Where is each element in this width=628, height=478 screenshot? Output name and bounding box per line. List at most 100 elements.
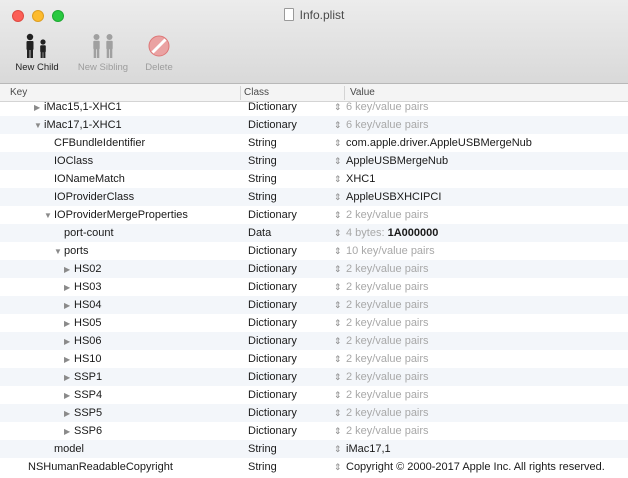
stepper-icon[interactable]: ⇕: [334, 458, 342, 476]
row-class[interactable]: String: [248, 458, 277, 476]
row-key[interactable]: NSHumanReadableCopyright: [18, 458, 173, 476]
row-class[interactable]: Dictionary: [248, 206, 297, 224]
row-key[interactable]: ▶ HS05: [64, 314, 102, 333]
table-row[interactable]: IONameMatch String ⇕ XHC1: [0, 170, 628, 188]
row-value[interactable]: 2 key/value pairs: [346, 368, 429, 386]
table-row[interactable]: ▶ SSP6 Dictionary ⇕ 2 key/value pairs: [0, 422, 628, 440]
stepper-icon[interactable]: ⇕: [334, 296, 342, 314]
stepper-icon[interactable]: ⇕: [334, 152, 342, 170]
disclosure-expanded-icon[interactable]: ▼: [54, 243, 64, 261]
row-key[interactable]: ▶ HS03: [64, 278, 102, 297]
row-value[interactable]: XHC1: [346, 170, 375, 188]
row-class[interactable]: String: [248, 188, 277, 206]
row-class[interactable]: Dictionary: [248, 386, 297, 404]
stepper-icon[interactable]: ⇕: [334, 206, 342, 224]
row-class[interactable]: Dictionary: [248, 260, 297, 278]
table-row[interactable]: IOClass String ⇕ AppleUSBMergeNub: [0, 152, 628, 170]
stepper-icon[interactable]: ⇕: [334, 188, 342, 206]
stepper-icon[interactable]: ⇕: [334, 422, 342, 440]
row-value[interactable]: 4 bytes: 1A000000: [346, 224, 438, 242]
new-child-button[interactable]: New Child: [10, 30, 64, 73]
stepper-icon[interactable]: ⇕: [334, 278, 342, 296]
row-key[interactable]: ▶ HS02: [64, 260, 102, 279]
stepper-icon[interactable]: ⇕: [334, 314, 342, 332]
table-row[interactable]: ▼ iMac17,1-XHC1 Dictionary ⇕ 6 key/value pai…: [0, 116, 628, 134]
stepper-icon[interactable]: ⇕: [334, 260, 342, 278]
row-key[interactable]: model: [44, 440, 84, 458]
table-row[interactable]: ▼ ports Dictionary ⇕ 10 key/value pairs: [0, 242, 628, 260]
row-value[interactable]: 2 key/value pairs: [346, 260, 429, 278]
stepper-icon[interactable]: ⇕: [334, 224, 342, 242]
row-value[interactable]: 2 key/value pairs: [346, 206, 429, 224]
row-value[interactable]: 2 key/value pairs: [346, 404, 429, 422]
disclosure-collapsed-icon[interactable]: ▶: [64, 369, 74, 387]
disclosure-collapsed-icon[interactable]: ▶: [64, 297, 74, 315]
table-row[interactable]: ▶ HS04 Dictionary ⇕ 2 key/value pairs: [0, 296, 628, 314]
row-value[interactable]: 2 key/value pairs: [346, 350, 429, 368]
stepper-icon[interactable]: ⇕: [334, 170, 342, 188]
stepper-icon[interactable]: ⇕: [334, 368, 342, 386]
disclosure-collapsed-icon[interactable]: ▶: [64, 423, 74, 441]
row-key[interactable]: ▼ ports: [54, 242, 88, 261]
table-row[interactable]: model String ⇕ iMac17,1: [0, 440, 628, 458]
row-value[interactable]: 2 key/value pairs: [346, 296, 429, 314]
row-value[interactable]: 2 key/value pairs: [346, 278, 429, 296]
row-key[interactable]: ▶ SSP1: [64, 368, 102, 387]
disclosure-collapsed-icon[interactable]: ▶: [64, 405, 74, 423]
row-value[interactable]: 2 key/value pairs: [346, 332, 429, 350]
row-class[interactable]: Dictionary: [248, 296, 297, 314]
table-row[interactable]: ▶ HS03 Dictionary ⇕ 2 key/value pairs: [0, 278, 628, 296]
row-class[interactable]: String: [248, 170, 277, 188]
table-row[interactable]: ▶ HS02 Dictionary ⇕ 2 key/value pairs: [0, 260, 628, 278]
stepper-icon[interactable]: ⇕: [334, 350, 342, 368]
stepper-icon[interactable]: ⇕: [334, 98, 342, 116]
table-row[interactable]: ▶ HS05 Dictionary ⇕ 2 key/value pairs: [0, 314, 628, 332]
row-key[interactable]: ▶ SSP6: [64, 422, 102, 441]
row-value[interactable]: 10 key/value pairs: [346, 242, 435, 260]
table-row[interactable]: ▶ SSP1 Dictionary ⇕ 2 key/value pairs: [0, 368, 628, 386]
row-class[interactable]: Dictionary: [248, 332, 297, 350]
new-sibling-button[interactable]: New Sibling: [70, 30, 136, 73]
row-value[interactable]: com.apple.driver.AppleUSBMergeNub: [346, 134, 532, 152]
row-value[interactable]: 2 key/value pairs: [346, 422, 429, 440]
disclosure-collapsed-icon[interactable]: ▶: [64, 315, 74, 333]
row-value[interactable]: AppleUSBXHCIPCI: [346, 188, 441, 206]
row-class[interactable]: Dictionary: [248, 98, 297, 116]
row-value[interactable]: AppleUSBMergeNub: [346, 152, 448, 170]
row-class[interactable]: String: [248, 440, 277, 458]
stepper-icon[interactable]: ⇕: [334, 404, 342, 422]
table-row[interactable]: port-count Data ⇕ 4 bytes: 1A000000: [0, 224, 628, 242]
table-row[interactable]: CFBundleIdentifier String ⇕ com.apple.drive…: [0, 134, 628, 152]
disclosure-collapsed-icon[interactable]: ▶: [64, 387, 74, 405]
row-class[interactable]: Dictionary: [248, 116, 297, 134]
row-key[interactable]: CFBundleIdentifier: [44, 134, 145, 152]
row-class[interactable]: String: [248, 134, 277, 152]
row-key[interactable]: ▶ SSP5: [64, 404, 102, 423]
row-value[interactable]: 2 key/value pairs: [346, 314, 429, 332]
table-row[interactable]: ▶ HS06 Dictionary ⇕ 2 key/value pairs: [0, 332, 628, 350]
row-key[interactable]: ▶ HS06: [64, 332, 102, 351]
disclosure-collapsed-icon[interactable]: ▶: [34, 99, 44, 117]
stepper-icon[interactable]: ⇕: [334, 440, 342, 458]
row-key[interactable]: IOProviderClass: [44, 188, 134, 206]
row-key[interactable]: ▼ IOProviderMergeProperties: [44, 206, 188, 225]
row-value[interactable]: 6 key/value pairs: [346, 98, 429, 116]
stepper-icon[interactable]: ⇕: [334, 332, 342, 350]
row-key[interactable]: ▶ HS04: [64, 296, 102, 315]
row-class[interactable]: Data: [248, 224, 271, 242]
stepper-icon[interactable]: ⇕: [334, 116, 342, 134]
column-header-key[interactable]: Key: [10, 87, 27, 98]
row-class[interactable]: String: [248, 152, 277, 170]
disclosure-expanded-icon[interactable]: ▼: [34, 117, 44, 135]
row-class[interactable]: Dictionary: [248, 242, 297, 260]
row-value[interactable]: 2 key/value pairs: [346, 386, 429, 404]
row-key[interactable]: ▶ iMac15,1-XHC1: [34, 98, 122, 117]
row-key[interactable]: ▼ iMac17,1-XHC1: [34, 116, 122, 135]
row-key[interactable]: ▶ SSP4: [64, 386, 102, 405]
stepper-icon[interactable]: ⇕: [334, 242, 342, 260]
row-class[interactable]: Dictionary: [248, 314, 297, 332]
row-value[interactable]: iMac17,1: [346, 440, 391, 458]
disclosure-collapsed-icon[interactable]: ▶: [64, 351, 74, 369]
table-row[interactable]: NSHumanReadableCopyright String ⇕ Copyright…: [0, 458, 628, 476]
row-class[interactable]: Dictionary: [248, 350, 297, 368]
